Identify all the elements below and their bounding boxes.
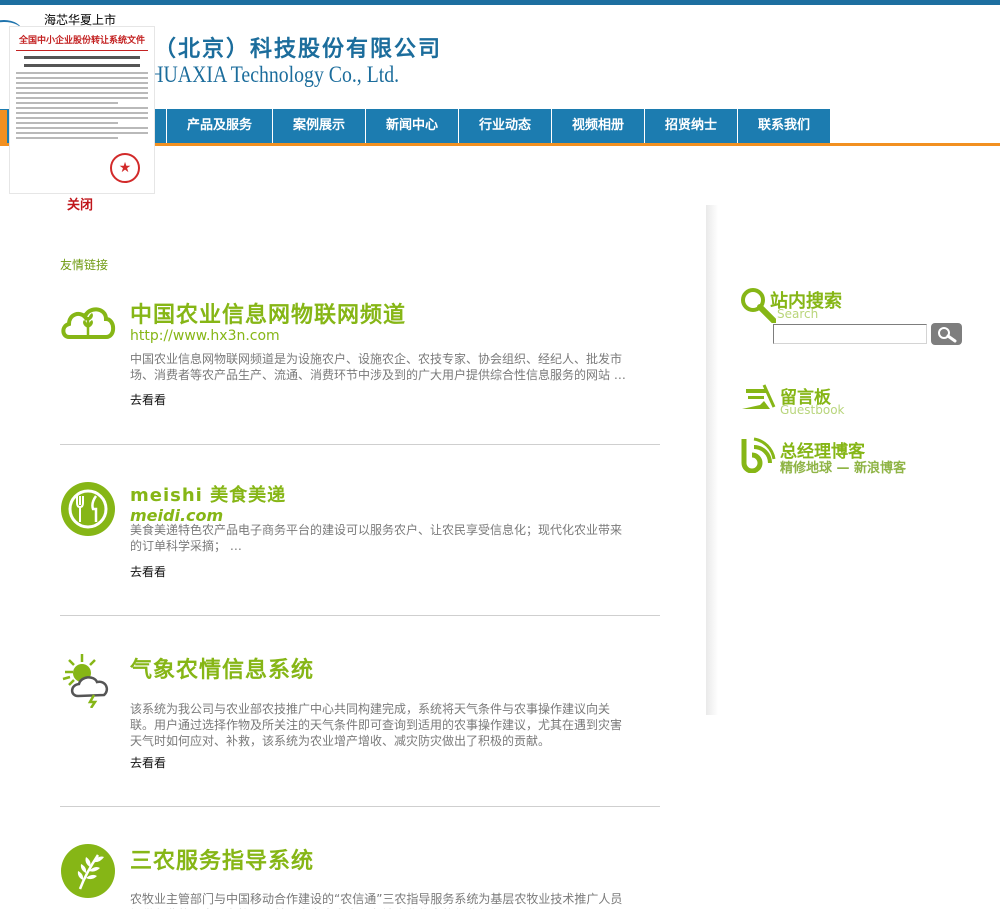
guestbook-subtitle: Guestbook bbox=[780, 403, 845, 417]
link-logo[interactable]: meishi 美食美递 meidi.com bbox=[130, 481, 286, 525]
link-description: 该系统为我公司与农业部农技推广中心共同构建完成，系统将天气条件与农事操作建议向关… bbox=[130, 702, 623, 748]
search-subtitle: Search bbox=[777, 307, 819, 321]
plate-cutlery-icon[interactable] bbox=[60, 481, 116, 537]
link-description: 农牧业主管部门与中国移动合作建设的“农信通”三农指导服务系统为基层农牧业技术推广… bbox=[130, 892, 623, 909]
link-logo-text: 气象农情信息系统 bbox=[130, 658, 315, 683]
popup-close-link[interactable]: 关闭 bbox=[67, 194, 93, 213]
divider bbox=[60, 806, 660, 807]
link-description: 中国农业信息网物联网频道是为设施农户、设施农企、农技专家、协会组织、经纪人、批发… bbox=[130, 352, 626, 382]
link-logo-text: meishi 美食美递 bbox=[130, 485, 287, 506]
listing-popup: 海芯华夏上市 全国中小企业股份转让系统文件 ★ 关闭 bbox=[0, 8, 156, 220]
nav-item-jobs[interactable]: 招贤纳士 bbox=[644, 109, 737, 143]
sidebar-shadow bbox=[706, 205, 718, 715]
popup-doc-line bbox=[16, 87, 148, 89]
popup-doc-line bbox=[16, 127, 148, 129]
company-name-en[interactable]: N HUAXIA Technology Co., Ltd. bbox=[130, 62, 399, 88]
ceo-blog-link[interactable]: 总经理博客 精修地球 — 新浪博客 bbox=[740, 437, 940, 477]
popup-doc-line bbox=[16, 82, 148, 84]
divider bbox=[60, 615, 660, 616]
popup-doc-line bbox=[16, 102, 118, 104]
cloud-wheat-icon[interactable] bbox=[60, 297, 116, 353]
link-logo[interactable]: 气象农情信息系统 bbox=[130, 652, 314, 684]
nav-item-products[interactable]: 产品及服务 bbox=[166, 109, 272, 143]
popup-doc-subject-2 bbox=[24, 64, 140, 67]
popup-doc-line bbox=[16, 97, 148, 99]
link-more[interactable]: 去看看 bbox=[130, 563, 166, 580]
company-name-cn[interactable]: 夏（北京）科技股份有限公司 bbox=[130, 31, 442, 63]
link-logo-text: 中国农业信息网物联网频道 bbox=[130, 303, 407, 328]
blog-feed-icon bbox=[741, 437, 776, 473]
nav-item-video[interactable]: 视频相册 bbox=[551, 109, 644, 143]
guestbook-icon bbox=[742, 384, 776, 409]
link-more[interactable]: 去看看 bbox=[130, 754, 166, 771]
left-orange-tab bbox=[0, 110, 7, 146]
link-more[interactable]: 去看看 bbox=[130, 391, 166, 408]
popup-doc-line bbox=[16, 92, 148, 94]
nav-item-news[interactable]: 新闻中心 bbox=[365, 109, 458, 143]
popup-doc-rule bbox=[16, 50, 148, 51]
nav-item-contact[interactable]: 联系我们 bbox=[737, 109, 830, 143]
popup-doc-subject bbox=[24, 56, 140, 59]
popup-doc-line bbox=[16, 107, 148, 109]
popup-doc-line bbox=[16, 77, 148, 79]
search-input[interactable] bbox=[773, 324, 927, 344]
section-title-links: 友情链接 bbox=[60, 258, 109, 272]
site-search: 站内搜索 Search bbox=[740, 287, 970, 347]
popup-doc-line bbox=[16, 122, 118, 124]
search-icon bbox=[938, 327, 957, 343]
blog-subtitle: 精修地球 — 新浪博客 bbox=[780, 461, 907, 476]
link-logo[interactable]: 中国农业信息网物联网频道 http://www.hx3n.com bbox=[130, 297, 406, 344]
popup-doc-line bbox=[16, 112, 148, 114]
link-description: 美食美递特色农产品电子商务平台的建设可以服务农户、让农民享受信息化；现代化农业带… bbox=[130, 523, 623, 553]
popup-doc-line bbox=[16, 132, 148, 134]
link-logo[interactable]: 三农服务指导系统 bbox=[130, 843, 314, 875]
nav-item-cases[interactable]: 案例展示 bbox=[272, 109, 365, 143]
guestbook-link[interactable]: 留言板 Guestbook bbox=[740, 383, 860, 423]
sun-cloud-icon[interactable] bbox=[60, 652, 116, 708]
popup-doc-line bbox=[16, 117, 148, 119]
popup-doc-heading: 全国中小企业股份转让系统文件 bbox=[18, 36, 145, 46]
divider bbox=[60, 444, 660, 445]
red-seal-icon: ★ bbox=[110, 153, 140, 183]
search-button[interactable] bbox=[931, 323, 962, 345]
wheat-circle-icon[interactable] bbox=[60, 843, 116, 899]
popup-doc-line bbox=[16, 72, 148, 74]
popup-document-image[interactable]: 全国中小企业股份转让系统文件 ★ bbox=[9, 26, 155, 194]
link-logo-url: http://www.hx3n.com bbox=[130, 328, 280, 344]
link-logo-text: 三农服务指导系统 bbox=[130, 849, 315, 874]
nav-item-industry[interactable]: 行业动态 bbox=[458, 109, 551, 143]
popup-doc-line bbox=[16, 137, 118, 139]
